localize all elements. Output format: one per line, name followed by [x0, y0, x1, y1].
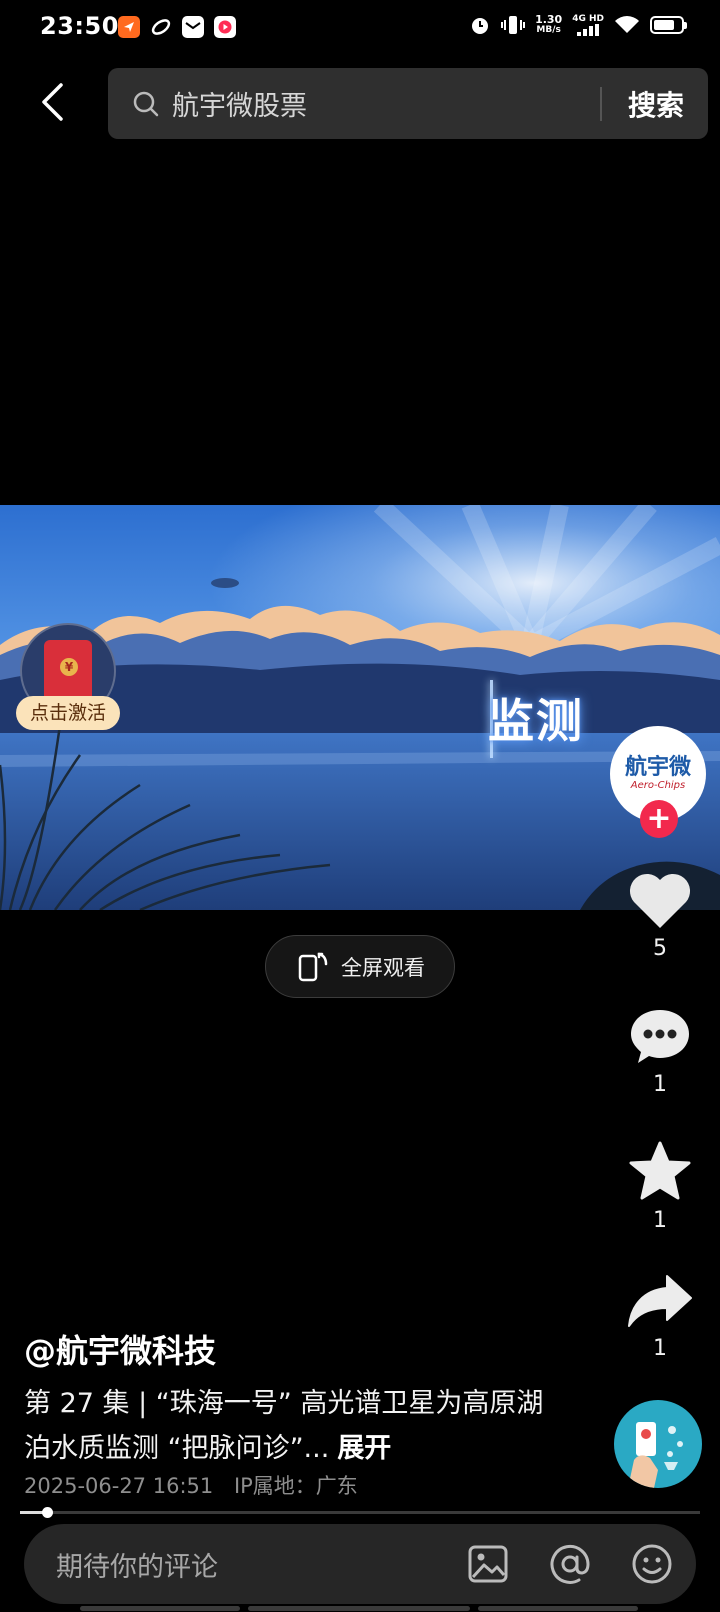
post-description: 第 27 集 | “珠海一号” 高光谱卫星为高原湖泊水质监测 “把脉问诊”...…	[24, 1381, 564, 1471]
star-icon	[622, 1140, 698, 1202]
infinity-app-icon	[150, 16, 172, 38]
image-icon	[468, 1545, 508, 1583]
status-bar: 23:50 1.30 MB/s 4G HD	[0, 0, 720, 56]
comment-bubble-icon	[622, 1006, 698, 1066]
back-button[interactable]	[30, 80, 74, 124]
avatar-brand-cn: 航宇微	[624, 755, 691, 780]
red-envelope-icon	[44, 640, 92, 702]
post-meta: 2025-06-27 16:51 IP属地：广东	[24, 1470, 372, 1500]
playback-progress-knob[interactable]	[42, 1507, 54, 1518]
notification-icons	[118, 16, 236, 38]
wifi-icon	[615, 16, 639, 33]
search-input[interactable]: 航宇微股票	[172, 84, 600, 123]
like-count: 5	[653, 936, 667, 961]
signal-icon	[577, 23, 600, 36]
chevron-left-icon	[42, 83, 63, 121]
post-ip-location: IP属地：广东	[233, 1474, 358, 1498]
search-button[interactable]: 搜索	[602, 84, 708, 124]
emoji-button[interactable]	[630, 1542, 674, 1586]
search-bar[interactable]: 航宇微股票 搜索	[108, 68, 708, 139]
image-button[interactable]	[466, 1542, 510, 1586]
post-description-text: 第 27 集 | “珠海一号” 高光谱卫星为高原湖泊水质监测 “把脉问诊”...	[24, 1388, 544, 1464]
phone-hand-icon	[628, 1422, 683, 1488]
heart-icon	[622, 872, 698, 930]
battery-level	[654, 20, 674, 30]
fullscreen-label: 全屏观看	[341, 955, 425, 980]
fullscreen-button[interactable]: 全屏观看	[265, 935, 455, 998]
expand-button[interactable]: 展开	[337, 1433, 391, 1464]
author-name[interactable]: @航宇微科技	[24, 1326, 216, 1372]
share-button[interactable]: 1	[622, 1272, 698, 1361]
battery-icon	[650, 16, 687, 34]
nav-gesture-bar	[478, 1606, 638, 1611]
rotate-screen-icon	[298, 952, 328, 981]
like-button[interactable]: 5	[622, 872, 698, 961]
video-caption-overlay: 监测	[488, 694, 584, 748]
follow-button[interactable]: +	[640, 800, 678, 838]
favorite-count: 1	[653, 1208, 667, 1233]
mention-button[interactable]	[548, 1542, 592, 1586]
comment-input[interactable]: 期待你的评论	[56, 1545, 466, 1584]
cell-signal: 4G HD	[572, 14, 604, 36]
avatar-brand-en: Aero-Chips	[630, 780, 686, 791]
share-arrow-icon	[622, 1272, 698, 1330]
share-count: 1	[653, 1336, 667, 1361]
net-speed: 1.30 MB/s	[535, 13, 563, 35]
post-date: 2025-06-27 16:51	[24, 1474, 214, 1498]
nav-gesture-bar	[248, 1606, 470, 1611]
playback-progress-bar[interactable]	[20, 1507, 700, 1518]
vibrate-icon	[501, 16, 526, 34]
comment-button[interactable]: 1	[622, 1006, 698, 1097]
nav-gesture-bar	[80, 1606, 240, 1611]
mail-app-icon	[182, 16, 204, 38]
task-app-icon	[118, 16, 140, 38]
comment-count: 1	[653, 1072, 667, 1097]
red-packet-label[interactable]: 点击激活	[16, 696, 120, 730]
emoji-icon	[632, 1544, 672, 1584]
comment-bar[interactable]: 期待你的评论	[24, 1524, 696, 1604]
status-time: 23:50	[40, 12, 119, 40]
at-sign-icon	[550, 1544, 590, 1584]
alarm-icon	[472, 18, 489, 34]
favorite-button[interactable]: 1	[622, 1140, 698, 1233]
mini-app-button[interactable]	[614, 1400, 702, 1488]
system-indicators: 1.30 MB/s 4G HD	[469, 13, 687, 36]
video-app-icon	[214, 16, 236, 38]
search-icon	[132, 89, 162, 119]
